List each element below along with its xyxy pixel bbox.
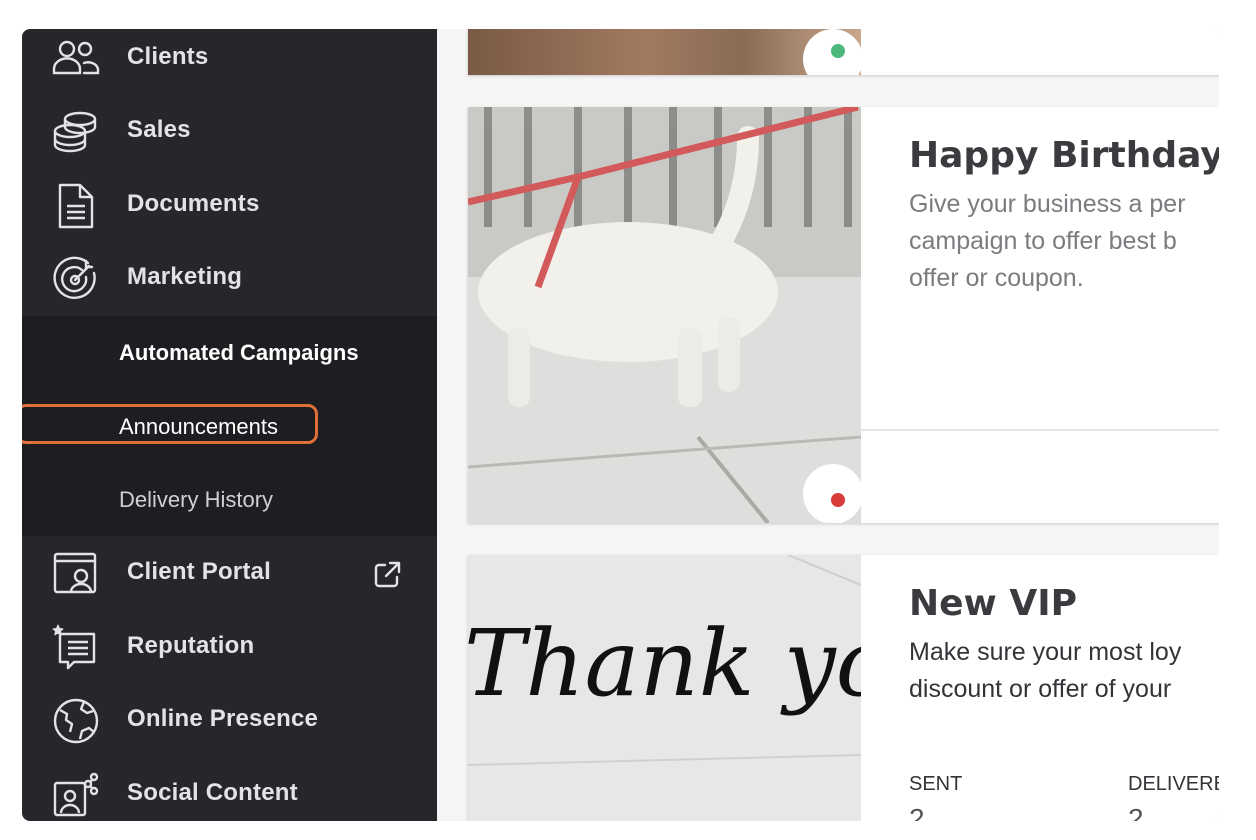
sidebar-item-sales[interactable]: Sales — [22, 102, 437, 162]
sidebar-item-label: Online Presence — [127, 705, 319, 732]
coins-icon — [50, 106, 102, 158]
campaign-image — [468, 29, 861, 75]
sidebar-item-label: Reputation — [127, 632, 255, 659]
sidebar-item-label: Clients — [127, 43, 209, 70]
clients-icon — [50, 33, 102, 85]
sent-value: 2 — [909, 803, 925, 821]
review-list-icon — [50, 622, 102, 674]
sidebar-item-label: Client Portal — [127, 558, 271, 585]
app-frame: Clients Sales Documents Marketing Automa… — [22, 29, 1219, 821]
card-title: Happy Birthday — [909, 135, 1219, 176]
sidebar-item-label: Documents — [127, 190, 260, 217]
dog-photo — [468, 107, 861, 523]
sidebar-item-label: Social Content — [127, 779, 298, 806]
globe-icon — [50, 695, 102, 747]
status-dot — [831, 44, 845, 58]
thank-you-photo: Thank you — [468, 555, 861, 821]
submenu-delivery-history[interactable]: Delivery History — [119, 487, 273, 513]
delivered-value: 2 — [1128, 803, 1144, 821]
svg-text:Thank you: Thank you — [468, 610, 861, 717]
sidebar-item-social-content[interactable]: Social Content — [22, 765, 437, 821]
portal-icon — [50, 548, 102, 600]
card-body: Happy Birthday Give your business a per … — [909, 135, 1219, 297]
campaign-card-happy-birthday[interactable]: Happy Birthday Give your business a per … — [468, 107, 1219, 523]
sidebar-item-documents[interactable]: Documents — [22, 176, 437, 236]
announcements-highlight — [22, 404, 318, 444]
card-body: New VIP Make sure your most loy discount… — [909, 583, 1219, 708]
sent-label: SENT — [909, 773, 963, 795]
sidebar-item-clients[interactable]: Clients — [22, 29, 437, 89]
card-description: Give your business a per campaign to off… — [909, 190, 1186, 292]
card-title: New VIP — [909, 583, 1077, 624]
sidebar-item-marketing[interactable]: Marketing — [22, 249, 437, 309]
sidebar-item-label: Sales — [127, 116, 191, 143]
submenu-automated-campaigns[interactable]: Automated Campaigns — [119, 340, 359, 366]
external-link-icon[interactable] — [372, 560, 402, 590]
sidebar-item-online-presence[interactable]: Online Presence — [22, 691, 437, 751]
status-dot — [831, 493, 845, 507]
sidebar-item-reputation[interactable]: Reputation — [22, 618, 437, 678]
campaign-card-new-vip[interactable]: Thank you New VIP Make sure your most lo… — [468, 555, 1219, 821]
document-icon — [50, 180, 102, 232]
campaign-card[interactable] — [468, 29, 1219, 75]
social-share-icon — [50, 769, 102, 821]
sidebar: Clients Sales Documents Marketing Automa… — [22, 29, 437, 821]
target-icon — [50, 253, 102, 305]
card-description: Make sure your most loy discount or offe… — [909, 638, 1182, 703]
delivered-label: DELIVERE — [1128, 773, 1219, 795]
sidebar-item-label: Marketing — [127, 263, 243, 290]
